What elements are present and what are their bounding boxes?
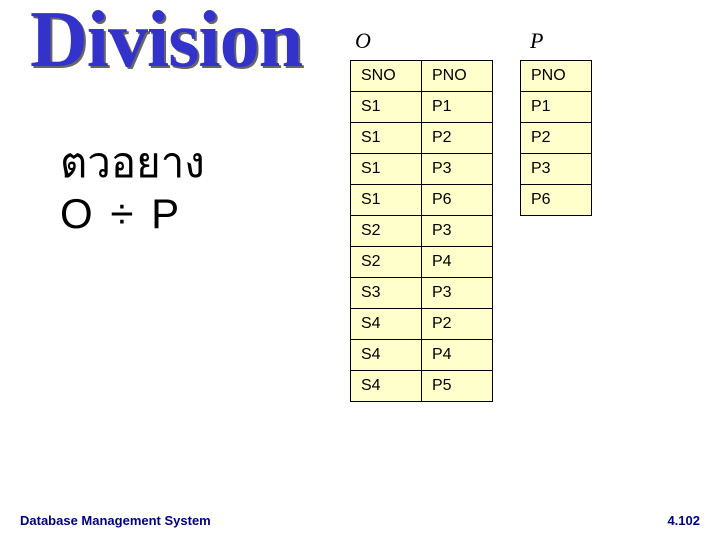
table-row: S4P4 bbox=[351, 340, 493, 371]
table-row: PNO bbox=[521, 61, 592, 92]
table-p: PNO P1 P2 P3 P6 bbox=[520, 60, 592, 216]
table-cell: S2 bbox=[351, 216, 422, 247]
table-cell: P3 bbox=[521, 154, 592, 185]
table-header-cell: PNO bbox=[422, 61, 493, 92]
expression-right: P bbox=[151, 190, 179, 237]
slide: Division Division ตวอยาง O ÷ P O P SNO P… bbox=[0, 0, 720, 540]
table-row: S2P4 bbox=[351, 247, 493, 278]
table-cell: P6 bbox=[521, 185, 592, 216]
table-cell: S4 bbox=[351, 309, 422, 340]
table-cell: P2 bbox=[422, 123, 493, 154]
table-p-name: P bbox=[530, 28, 543, 54]
table-cell: S4 bbox=[351, 340, 422, 371]
table-row: S1P3 bbox=[351, 154, 493, 185]
table-row: S1P6 bbox=[351, 185, 493, 216]
table-header-cell: PNO bbox=[521, 61, 592, 92]
table-cell: P1 bbox=[521, 92, 592, 123]
table-header-cell: SNO bbox=[351, 61, 422, 92]
table-row: S4P2 bbox=[351, 309, 493, 340]
table-cell: S1 bbox=[351, 185, 422, 216]
table-row: S4P5 bbox=[351, 371, 493, 402]
table-row: S2P3 bbox=[351, 216, 493, 247]
table-row: S1P1 bbox=[351, 92, 493, 123]
table-row: P6 bbox=[521, 185, 592, 216]
table-cell: P6 bbox=[422, 185, 493, 216]
expression: O ÷ P bbox=[60, 190, 179, 238]
table-cell: P1 bbox=[422, 92, 493, 123]
table-cell: S1 bbox=[351, 123, 422, 154]
table-cell: P3 bbox=[422, 278, 493, 309]
division-icon: ÷ bbox=[104, 190, 139, 237]
subtitle-text: ตวอยาง bbox=[60, 130, 205, 196]
table-row: P1 bbox=[521, 92, 592, 123]
table-row: S1P2 bbox=[351, 123, 493, 154]
table-row: P2 bbox=[521, 123, 592, 154]
table-cell: P5 bbox=[422, 371, 493, 402]
table-row: P3 bbox=[521, 154, 592, 185]
table-cell: S1 bbox=[351, 154, 422, 185]
table-cell: S2 bbox=[351, 247, 422, 278]
slide-title-text: Division bbox=[30, 0, 302, 86]
table-cell: P4 bbox=[422, 340, 493, 371]
table-cell: P3 bbox=[422, 154, 493, 185]
table-cell: S1 bbox=[351, 92, 422, 123]
table-o: SNO PNO S1P1 S1P2 S1P3 S1P6 S2P3 S2P4 S3… bbox=[350, 60, 493, 402]
footer-right: 4.102 bbox=[667, 513, 700, 528]
table-cell: S4 bbox=[351, 371, 422, 402]
footer-left: Database Management System bbox=[20, 513, 211, 528]
table-o-name: O bbox=[355, 28, 371, 54]
table-row: SNO PNO bbox=[351, 61, 493, 92]
table-cell: P2 bbox=[521, 123, 592, 154]
table-cell: P2 bbox=[422, 309, 493, 340]
table-cell: P3 bbox=[422, 216, 493, 247]
table-row: S3P3 bbox=[351, 278, 493, 309]
table-cell: P4 bbox=[422, 247, 493, 278]
expression-left: O bbox=[60, 190, 93, 237]
table-cell: S3 bbox=[351, 278, 422, 309]
